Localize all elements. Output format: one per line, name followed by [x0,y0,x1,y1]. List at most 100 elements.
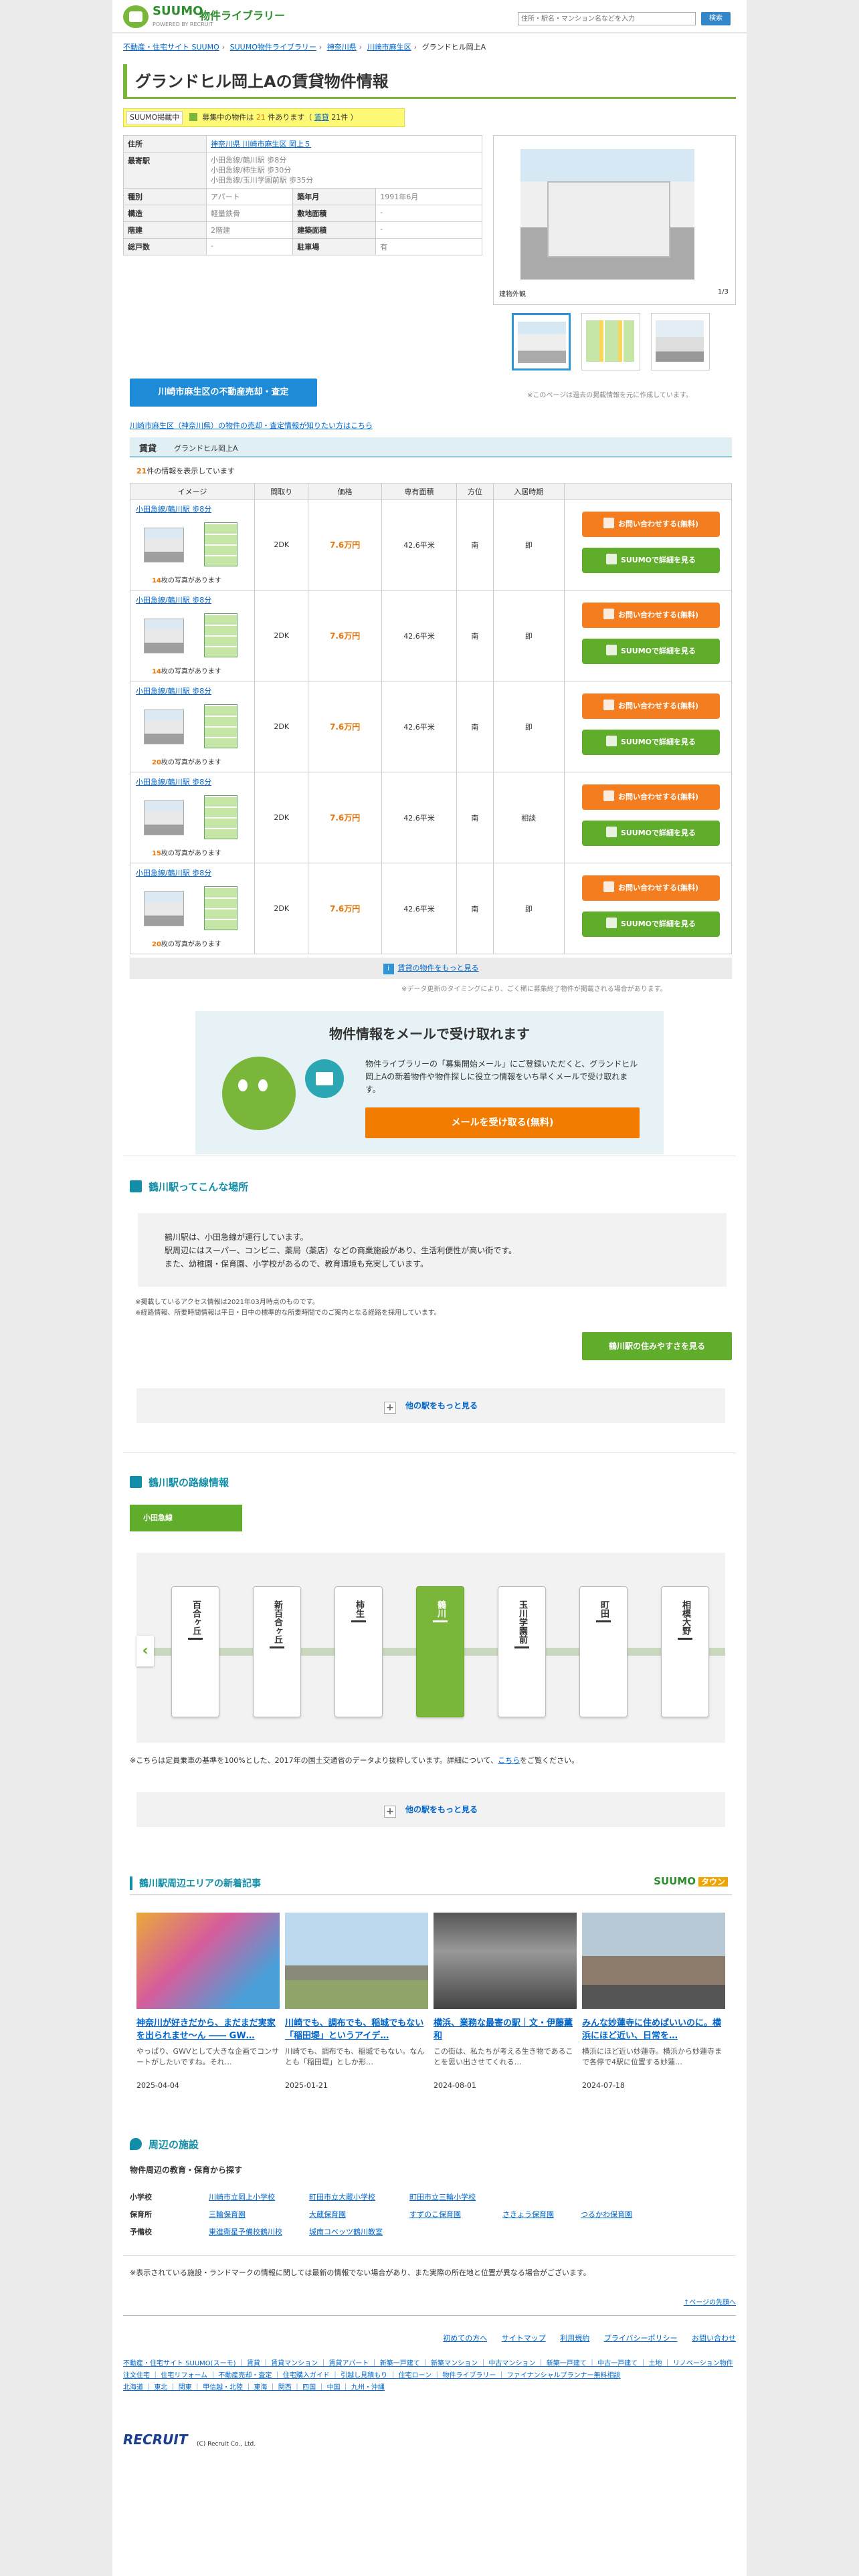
station-card[interactable]: 柿生 [335,1586,383,1717]
inquiry-button[interactable]: お問い合わせする(無料) [582,603,720,628]
inquiry-button[interactable]: お問い合わせする(無料) [582,875,720,901]
detail-button[interactable]: SUUMOで詳細を見る [582,730,720,755]
breadcrumb-link[interactable]: 神奈川県 [327,43,357,51]
breadcrumb-link[interactable]: 川崎市麻生区 [367,43,411,51]
logo-brand[interactable]: SUUMO [153,4,203,18]
thumbnail[interactable] [581,313,640,370]
article-image[interactable] [582,1913,725,2009]
search-button[interactable]: 検索 [701,12,731,25]
detail-button[interactable]: SUUMOで詳細を見る [582,821,720,846]
station-card[interactable]: 新百合ヶ丘 [253,1586,301,1717]
article-title[interactable]: みんな妙蓮寺に住めばいいのに。横浜にほど近い、日常を… [582,2017,725,2042]
address-link[interactable]: 神奈川県 川崎市麻生区 岡上５ [211,140,311,148]
article-title[interactable]: 横浜、業務な最寄の駅｜文・伊藤薫和 [434,2017,577,2042]
room-photo[interactable] [144,710,184,744]
article-image[interactable] [285,1913,428,2009]
row-station-link[interactable]: 小田急線/鶴川駅 歩8分 [136,504,211,514]
facility-link[interactable]: 川崎市立岡上小学校 [209,2193,275,2202]
row-station-link[interactable]: 小田急線/鶴川駅 歩8分 [136,776,211,787]
inquiry-button[interactable]: お問い合わせする(無料) [582,784,720,810]
station-card[interactable]: 相模大野 [661,1586,709,1717]
route-prev-arrow[interactable]: ‹ [136,1636,154,1667]
floorplan-image[interactable] [204,522,237,566]
photo-counter: 1/3 [717,288,729,296]
more-rent-button[interactable]: i 賃貸の物件をもっと見る [130,958,732,979]
facility-link[interactable]: 大蔵保育園 [309,2210,346,2219]
row-station-link[interactable]: 小田急線/鶴川駅 歩8分 [136,685,211,696]
thumbnail[interactable] [512,313,571,370]
mail-signup-button[interactable]: メールを受け取る(無料) [365,1107,640,1138]
article-title[interactable]: 神奈川が好きだから、まだまだ実家を出られませ〜ん ―― GW… [136,2017,280,2042]
row-station-link[interactable]: 小田急線/鶴川駅 歩8分 [136,595,211,605]
inquiry-button[interactable]: お問い合わせする(無料) [582,512,720,537]
room-photo[interactable] [144,528,184,562]
more-stations-button[interactable]: + 他の駅をもっと見る [136,1792,725,1827]
footer-link[interactable]: お問い合わせ [692,2334,736,2343]
article-image[interactable] [136,1913,280,2009]
col-header: 価格 [308,483,382,500]
facility-link[interactable]: すずのこ保育園 [409,2210,461,2219]
thumbnail[interactable] [651,313,710,370]
floorplan-image[interactable] [204,795,237,839]
route-note-link[interactable]: こちら [498,1756,520,1765]
station-card[interactable]: 玉川学園前 [498,1586,546,1717]
recruit-logo[interactable]: RECRUIT [123,2432,187,2448]
detail-button[interactable]: SUUMOで詳細を見る [582,911,720,937]
suumo-logo-icon[interactable] [123,5,149,28]
footer-nav-links[interactable]: 北海道 ｜ 東北 ｜ 関東 ｜ 甲信越・北陸 ｜ 東海 ｜ 関西 ｜ 四国 ｜ … [123,2384,385,2391]
page: SUUMO 物件ライブラリー POWERED BY RECRUIT 検索 不動産… [112,0,747,2576]
row-area: 42.6平米 [381,681,458,772]
footer-link[interactable]: 初めての方へ [443,2334,487,2343]
facility-link[interactable]: 町田市立三輪小学校 [409,2193,476,2202]
info-value: 軽量鉄骨 [205,205,294,222]
line-tab[interactable]: 小田急線 [130,1505,242,1531]
article-card[interactable]: みんな妙蓮寺に住めばいいのに。横浜にほど近い、日常を… 横浜にほど近い妙蓮寺。横… [582,1913,725,2090]
station-card[interactable]: 百合ヶ丘 [171,1586,219,1717]
breadcrumb-link[interactable]: 不動産・住宅サイト SUUMO [123,43,219,51]
page-top-link[interactable]: ↑ページの先頭へ [684,2296,736,2306]
search-input[interactable] [518,12,696,25]
article-card[interactable]: 横浜、業務な最寄の駅｜文・伊藤薫和 この街は、私たちが考える生き物であることを思… [434,1913,577,2090]
facility-link[interactable]: 東進衛星予備校鶴川校 [209,2228,282,2236]
facility-link[interactable]: つるかわ保育園 [581,2210,632,2219]
article-card[interactable]: 神奈川が好きだから、まだまだ実家を出られませ〜ん ―― GW… やっぱり、GWV… [136,1913,280,2090]
floorplan-image[interactable] [204,886,237,930]
sell-info-link[interactable]: 川崎市麻生区（神奈川県）の物件の売却・査定情報が知りたい方はこちら [130,420,373,431]
notice-rent-link[interactable]: 賃貸 [314,113,329,122]
more-rent-link[interactable]: 賃貸の物件をもっと見る [398,964,479,972]
detail-button[interactable]: SUUMOで詳細を見る [582,639,720,664]
livability-button[interactable]: 鶴川駅の住みやすさを見る [582,1332,732,1360]
footer-link[interactable]: プライバシーポリシー [604,2334,678,2343]
row-station-link[interactable]: 小田急線/鶴川駅 歩8分 [136,867,211,878]
detail-button[interactable]: SUUMOで詳細を見る [582,548,720,573]
footer-nav-links[interactable]: 注文住宅 ｜ 住宅リフォーム ｜ 不動産売却・査定 ｜ 住宅購入ガイド ｜ 引越… [123,2372,621,2379]
room-photo[interactable] [144,619,184,653]
building-photo[interactable] [520,149,694,280]
station-note: ※掲載しているアクセス情報は2021年03月時点のものです。 [135,1299,319,1306]
suumo-town-logo[interactable]: SUUMO タウン [654,1875,728,1887]
inquiry-button[interactable]: お問い合わせする(無料) [582,693,720,719]
breadcrumb-link[interactable]: SUUMO物件ライブラリー [230,43,316,51]
station-card-current[interactable]: 鶴川 [416,1586,464,1717]
facility-link[interactable]: 三輪保育園 [209,2210,246,2219]
article-title[interactable]: 川崎でも、調布でも、稲城でもない「稲田堤」というアイデ… [285,2017,428,2042]
logo-library[interactable]: 物件ライブラリー [199,7,285,23]
facility-link[interactable]: 城南コベッツ鶴川教室 [309,2228,383,2236]
footer-link[interactable]: サイトマップ [502,2334,546,2343]
more-stations-button[interactable]: + 他の駅をもっと見る [136,1388,725,1423]
facility-link[interactable]: 町田市立大蔵小学校 [309,2193,375,2202]
sell-consult-button[interactable]: 川崎市麻生区の不動産売却・査定 [130,379,317,407]
footer-link[interactable]: 利用規約 [560,2334,589,2343]
floorplan-image[interactable] [204,704,237,748]
consult-note: ※このページは過去の掲載情報を元に作成しています。 [527,392,692,399]
floorplan-image[interactable] [204,613,237,657]
station-card[interactable]: 町田 [579,1586,628,1717]
room-photo[interactable] [144,891,184,926]
article-image[interactable] [434,1913,577,2009]
room-photo[interactable] [144,800,184,835]
footer-nav-links[interactable]: 不動産・住宅サイト SUUMO(スーモ) ｜ 賃貸 ｜ 賃貸マンション ｜ 賃貸… [123,2360,733,2367]
facility-link[interactable]: さきょう保育園 [502,2210,554,2219]
col-header [564,483,732,500]
article-card[interactable]: 川崎でも、調布でも、稲城でもない「稲田堤」というアイデ… 川崎でも、調布でも、稲… [285,1913,428,2090]
page-title: グランドヒル岡上Aの賃貸物件情報 [123,64,736,99]
